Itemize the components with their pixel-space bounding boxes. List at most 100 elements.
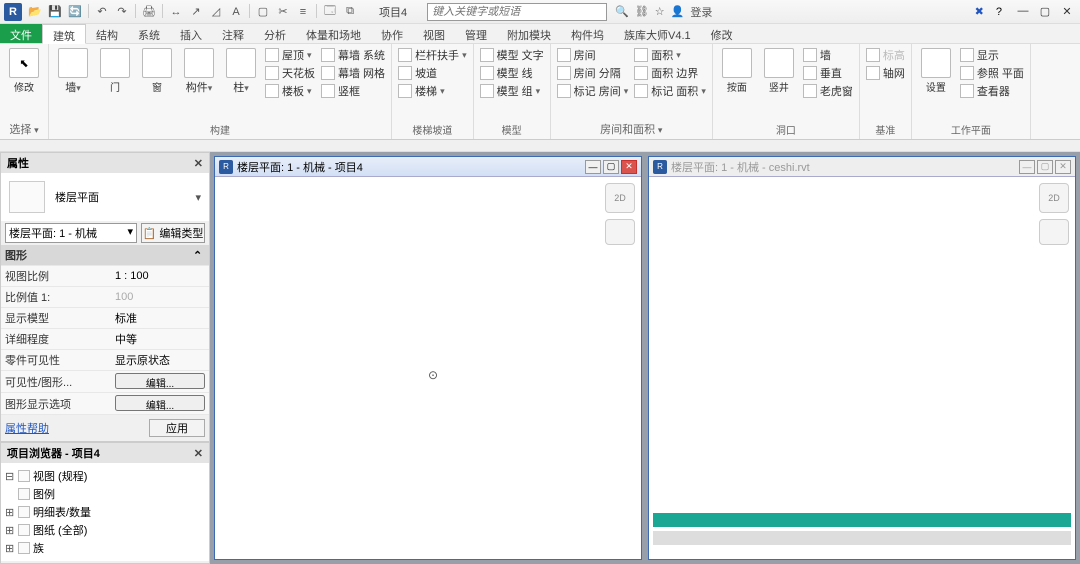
roof-button[interactable]: 屋顶▾ xyxy=(263,46,317,64)
tag-room-button[interactable]: 标记 房间▾ xyxy=(555,82,631,100)
properties-help-link[interactable]: 属性帮助 xyxy=(5,420,49,436)
level-button[interactable]: 标高 xyxy=(864,46,907,64)
model-text-button[interactable]: 模型 文字 xyxy=(478,46,546,64)
toggle-icon[interactable]: ⊞ xyxy=(5,506,15,519)
wall-button[interactable]: 墙▾ xyxy=(53,46,93,100)
angle-icon[interactable]: ◿ xyxy=(207,4,225,20)
tag-area-button[interactable]: 标记 面积▾ xyxy=(632,82,708,100)
toggle-icon[interactable]: ⊟ xyxy=(5,470,15,483)
door-button[interactable]: 门 xyxy=(95,46,135,100)
properties-header[interactable]: 属性 ✕ xyxy=(1,153,209,173)
text-icon[interactable]: A xyxy=(227,4,245,20)
instance-selector[interactable]: 楼层平面: 1 - 机械▾ xyxy=(5,223,137,243)
apply-button[interactable]: 应用 xyxy=(149,419,205,437)
line-icon[interactable]: ↗ xyxy=(187,4,205,20)
property-row[interactable]: 显示模型标准 xyxy=(1,308,209,329)
view-minimize-button[interactable]: — xyxy=(585,160,601,174)
toggle-icon[interactable]: ⊞ xyxy=(5,524,15,537)
find-icon[interactable]: 🔍 xyxy=(615,5,629,18)
area-button[interactable]: 面积▾ xyxy=(632,46,708,64)
property-row[interactable]: 图形显示选项编辑... xyxy=(1,393,209,415)
column-button[interactable]: 柱▾ xyxy=(221,46,261,100)
curtain-system-button[interactable]: 幕墙 系统 xyxy=(319,46,387,64)
property-value[interactable]: 中等 xyxy=(115,331,205,347)
sync-icon[interactable]: 🔄 xyxy=(66,4,84,20)
ramp-button[interactable]: 坡道 xyxy=(396,64,469,82)
user-icon[interactable]: 👤 xyxy=(671,5,685,18)
redo-icon[interactable]: ↷ xyxy=(113,4,131,20)
tab-insert[interactable]: 插入 xyxy=(170,24,212,43)
room-sep-button[interactable]: 房间 分隔 xyxy=(555,64,631,82)
view-titlebar[interactable]: R 楼层平面: 1 - 机械 - 项目4 — ▢ ✕ xyxy=(215,157,641,177)
tree-node[interactable]: ⊟视图 (规程) xyxy=(5,467,205,485)
property-value[interactable]: 编辑... xyxy=(115,395,205,412)
curtain-grid-button[interactable]: 幕墙 网格 xyxy=(319,64,387,82)
tab-annotate[interactable]: 注释 xyxy=(212,24,254,43)
tab-system[interactable]: 系统 xyxy=(128,24,170,43)
set-button[interactable]: 设置 xyxy=(916,46,956,100)
search-input[interactable] xyxy=(427,3,607,21)
floor-button[interactable]: 楼板▾ xyxy=(263,82,317,100)
tree-node[interactable]: ⊞族 xyxy=(5,539,205,557)
model-group-button[interactable]: 模型 组▾ xyxy=(478,82,546,100)
view-titlebar[interactable]: R 楼层平面: 1 - 机械 - ceshi.rvt — ▢ ✕ xyxy=(649,157,1075,177)
wall-opening-button[interactable]: 墙 xyxy=(801,46,855,64)
view-minimize-button[interactable]: — xyxy=(1019,160,1035,174)
print-icon[interactable]: 🖨 xyxy=(140,4,158,20)
maximize-button[interactable]: ▢ xyxy=(1036,5,1054,18)
tab-goujianwu[interactable]: 构件坞 xyxy=(561,24,614,43)
tree-node[interactable]: ⊞图纸 (全部) xyxy=(5,521,205,539)
save-icon[interactable]: 💾 xyxy=(46,4,64,20)
property-value[interactable]: 标准 xyxy=(115,310,205,326)
close-button[interactable]: ✕ xyxy=(1058,5,1076,18)
nav-zoom[interactable] xyxy=(1039,219,1069,245)
toggle-icon[interactable] xyxy=(5,488,15,500)
model-line-button[interactable]: 模型 线 xyxy=(478,64,546,82)
crop-icon[interactable]: ✂ xyxy=(274,4,292,20)
property-value[interactable]: 编辑... xyxy=(115,373,205,390)
edit-icon[interactable]: 🗔 xyxy=(321,4,339,20)
expr-icon[interactable]: ≡ xyxy=(294,4,312,20)
refplane-button[interactable]: 参照 平面 xyxy=(958,64,1026,82)
property-row[interactable]: 详细程度中等 xyxy=(1,329,209,350)
shaft-button[interactable]: 竖井 xyxy=(759,46,799,100)
tab-analyze[interactable]: 分析 xyxy=(254,24,296,43)
toggle-icon[interactable]: ⊞ xyxy=(5,542,15,555)
nav-zoom[interactable] xyxy=(605,219,635,245)
view-canvas[interactable]: 2D xyxy=(649,177,1075,559)
railing-button[interactable]: 栏杆扶手▾ xyxy=(396,46,469,64)
panel-icon[interactable]: ⧉ xyxy=(341,4,359,20)
tab-architecture[interactable]: 建筑 xyxy=(42,24,86,44)
login-label[interactable]: 登录 xyxy=(690,4,712,20)
tab-structure[interactable]: 结构 xyxy=(86,24,128,43)
view-maximize-button[interactable]: ▢ xyxy=(603,160,619,174)
show-button[interactable]: 显示 xyxy=(958,46,1026,64)
edit-button[interactable]: 编辑... xyxy=(115,395,205,411)
tab-view[interactable]: 视图 xyxy=(413,24,455,43)
edit-button[interactable]: 编辑... xyxy=(115,373,205,389)
close-icon[interactable]: ✕ xyxy=(194,447,203,460)
x-icon[interactable]: ✖ xyxy=(975,5,984,18)
edit-type-button[interactable]: 📋 编辑类型 xyxy=(141,223,205,243)
nav-cube[interactable]: 2D xyxy=(1039,183,1069,213)
nav-cube[interactable]: 2D xyxy=(605,183,635,213)
window-button[interactable]: 窗 xyxy=(137,46,177,100)
viewer-button[interactable]: 查看器 xyxy=(958,82,1026,100)
box-icon[interactable]: ▢ xyxy=(254,4,272,20)
ceiling-button[interactable]: 天花板 xyxy=(263,64,317,82)
tree-node[interactable]: ⊞明细表/数量 xyxy=(5,503,205,521)
tab-manage[interactable]: 管理 xyxy=(455,24,497,43)
component-button[interactable]: 构件▾ xyxy=(179,46,219,100)
property-row[interactable]: 可见性/图形...编辑... xyxy=(1,371,209,393)
view-close-button[interactable]: ✕ xyxy=(1055,160,1071,174)
link-icon[interactable]: ⛓ xyxy=(635,5,649,18)
close-icon[interactable]: ✕ xyxy=(194,157,203,170)
property-row[interactable]: 零件可见性显示原状态 xyxy=(1,350,209,371)
room-button[interactable]: 房间 xyxy=(555,46,631,64)
property-value[interactable]: 1 : 100 xyxy=(115,270,205,282)
grid-button[interactable]: 轴网 xyxy=(864,64,907,82)
tab-file[interactable]: 文件 xyxy=(0,24,42,43)
help-icon[interactable]: ? xyxy=(996,6,1002,18)
minimize-button[interactable]: — xyxy=(1014,5,1032,18)
modify-button[interactable]: ⬉ 修改 xyxy=(4,46,44,96)
